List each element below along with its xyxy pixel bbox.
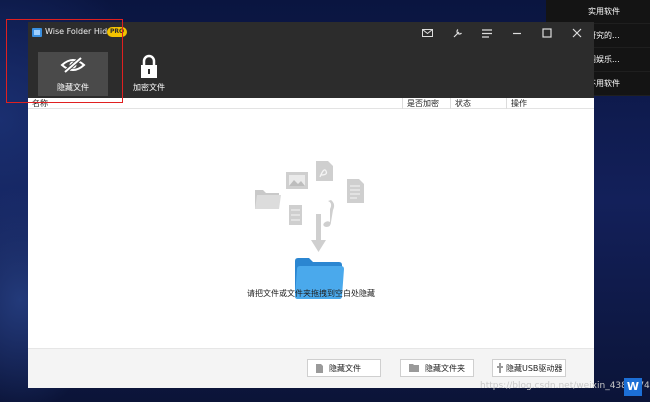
music-icon bbox=[323, 200, 335, 227]
usb-icon bbox=[497, 363, 503, 373]
hide-folder-button[interactable]: 隐藏文件夹 bbox=[400, 359, 474, 377]
hide-folder-button-label: 隐藏文件夹 bbox=[425, 363, 465, 373]
close-icon[interactable] bbox=[562, 22, 592, 44]
column-encrypted[interactable]: 是否加密 bbox=[402, 98, 450, 109]
document-icon bbox=[347, 179, 364, 203]
minimize-icon[interactable] bbox=[502, 22, 532, 44]
drag-drop-illustration bbox=[255, 161, 364, 299]
column-status[interactable]: 状态 bbox=[450, 98, 506, 109]
encrypt-file-tool-label: 加密文件 bbox=[133, 83, 165, 92]
video-icon bbox=[289, 205, 302, 225]
encrypt-file-tool[interactable]: 加密文件 bbox=[114, 52, 184, 96]
folder-icon bbox=[255, 190, 281, 209]
empty-state-text: 请把文件或文件夹拖拽到空白处隐藏 bbox=[247, 289, 375, 298]
desktop-menu-item[interactable]: 实用软件 bbox=[546, 0, 650, 24]
folder-icon bbox=[409, 364, 419, 372]
hide-file-button-label: 隐藏文件 bbox=[329, 363, 361, 373]
hide-usb-button[interactable]: 隐藏USB驱动器 bbox=[492, 359, 566, 377]
pdf-icon bbox=[316, 161, 333, 181]
column-action[interactable]: 操作 bbox=[506, 98, 594, 109]
lock-icon bbox=[141, 54, 157, 78]
arrow-down-icon bbox=[311, 214, 326, 252]
menu-icon[interactable] bbox=[472, 22, 502, 44]
hide-usb-button-label: 隐藏USB驱动器 bbox=[506, 363, 563, 373]
highlight-annotation-box bbox=[6, 19, 123, 103]
mail-icon[interactable] bbox=[412, 22, 442, 44]
maximize-icon[interactable] bbox=[532, 22, 562, 44]
taskbar-app-icon[interactable]: W bbox=[624, 378, 642, 396]
hide-file-button[interactable]: 隐藏文件 bbox=[307, 359, 381, 377]
image-icon bbox=[286, 172, 308, 189]
settings-wrench-icon[interactable] bbox=[442, 22, 472, 44]
file-icon bbox=[316, 363, 323, 373]
